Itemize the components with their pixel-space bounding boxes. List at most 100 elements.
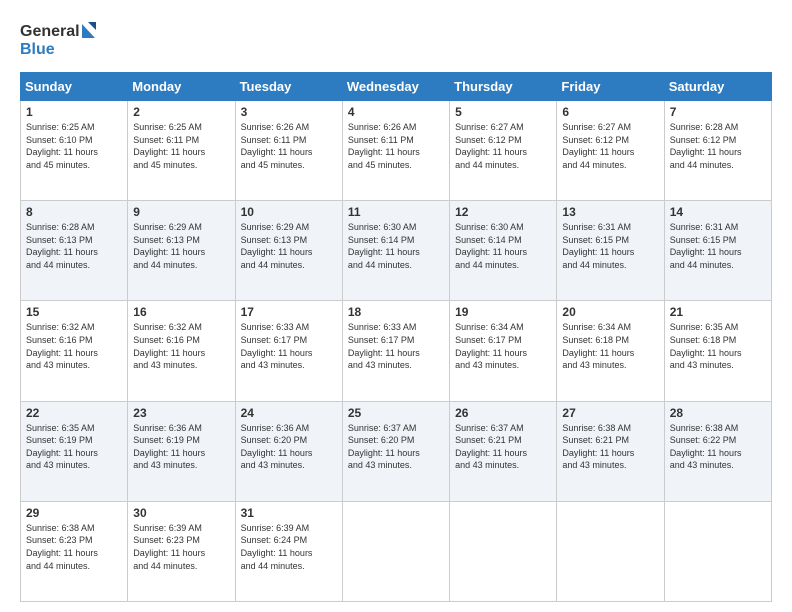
day-info: Sunrise: 6:30 AM Sunset: 6:14 PM Dayligh… bbox=[348, 221, 444, 271]
calendar-cell: 4 Sunrise: 6:26 AM Sunset: 6:11 PM Daylig… bbox=[342, 101, 449, 201]
day-number: 9 bbox=[133, 205, 229, 219]
day-info: Sunrise: 6:36 AM Sunset: 6:20 PM Dayligh… bbox=[241, 422, 337, 472]
calendar-cell bbox=[450, 501, 557, 601]
calendar-cell: 2 Sunrise: 6:25 AM Sunset: 6:11 PM Daylig… bbox=[128, 101, 235, 201]
page: GeneralBlue SundayMondayTuesdayWednesday… bbox=[0, 0, 792, 612]
calendar-week-3: 15 Sunrise: 6:32 AM Sunset: 6:16 PM Dayli… bbox=[21, 301, 772, 401]
calendar-cell: 15 Sunrise: 6:32 AM Sunset: 6:16 PM Dayli… bbox=[21, 301, 128, 401]
calendar-cell: 17 Sunrise: 6:33 AM Sunset: 6:17 PM Dayli… bbox=[235, 301, 342, 401]
day-number: 25 bbox=[348, 406, 444, 420]
day-header-thursday: Thursday bbox=[450, 73, 557, 101]
calendar-cell: 19 Sunrise: 6:34 AM Sunset: 6:17 PM Dayli… bbox=[450, 301, 557, 401]
calendar-cell: 22Sunrise: 6:35 AM Sunset: 6:19 PM Dayli… bbox=[21, 401, 128, 501]
day-number: 1 bbox=[26, 105, 122, 119]
logo: GeneralBlue bbox=[20, 18, 100, 62]
day-info: Sunrise: 6:33 AM Sunset: 6:17 PM Dayligh… bbox=[241, 321, 337, 371]
day-number: 8 bbox=[26, 205, 122, 219]
day-number: 15 bbox=[26, 305, 122, 319]
calendar-week-4: 22Sunrise: 6:35 AM Sunset: 6:19 PM Dayli… bbox=[21, 401, 772, 501]
calendar-cell bbox=[557, 501, 664, 601]
day-info: Sunrise: 6:35 AM Sunset: 6:18 PM Dayligh… bbox=[670, 321, 766, 371]
calendar-cell: 18 Sunrise: 6:33 AM Sunset: 6:17 PM Dayli… bbox=[342, 301, 449, 401]
day-number: 29 bbox=[26, 506, 122, 520]
calendar-cell: 26 Sunrise: 6:37 AM Sunset: 6:21 PM Dayli… bbox=[450, 401, 557, 501]
day-header-tuesday: Tuesday bbox=[235, 73, 342, 101]
calendar-cell: 12Sunrise: 6:30 AM Sunset: 6:14 PM Dayli… bbox=[450, 201, 557, 301]
day-number: 3 bbox=[241, 105, 337, 119]
day-header-sunday: Sunday bbox=[21, 73, 128, 101]
calendar-cell: 1 Sunrise: 6:25 AM Sunset: 6:10 PM Daylig… bbox=[21, 101, 128, 201]
day-info: Sunrise: 6:30 AM Sunset: 6:14 PM Dayligh… bbox=[455, 221, 551, 271]
calendar-cell: 29 Sunrise: 6:38 AM Sunset: 6:23 PM Dayli… bbox=[21, 501, 128, 601]
calendar-cell: 21 Sunrise: 6:35 AM Sunset: 6:18 PM Dayli… bbox=[664, 301, 771, 401]
day-header-wednesday: Wednesday bbox=[342, 73, 449, 101]
calendar-header: SundayMondayTuesdayWednesdayThursdayFrid… bbox=[21, 73, 772, 101]
day-info: Sunrise: 6:38 AM Sunset: 6:22 PM Dayligh… bbox=[670, 422, 766, 472]
day-info: Sunrise: 6:34 AM Sunset: 6:17 PM Dayligh… bbox=[455, 321, 551, 371]
calendar-cell: 7Sunrise: 6:28 AM Sunset: 6:12 PM Daylig… bbox=[664, 101, 771, 201]
calendar-cell: 24Sunrise: 6:36 AM Sunset: 6:20 PM Dayli… bbox=[235, 401, 342, 501]
day-info: Sunrise: 6:31 AM Sunset: 6:15 PM Dayligh… bbox=[562, 221, 658, 271]
day-info: Sunrise: 6:29 AM Sunset: 6:13 PM Dayligh… bbox=[133, 221, 229, 271]
day-info: Sunrise: 6:34 AM Sunset: 6:18 PM Dayligh… bbox=[562, 321, 658, 371]
day-info: Sunrise: 6:38 AM Sunset: 6:23 PM Dayligh… bbox=[26, 522, 122, 572]
calendar-cell: 27 Sunrise: 6:38 AM Sunset: 6:21 PM Dayli… bbox=[557, 401, 664, 501]
day-number: 30 bbox=[133, 506, 229, 520]
day-number: 11 bbox=[348, 205, 444, 219]
day-number: 31 bbox=[241, 506, 337, 520]
day-info: Sunrise: 6:37 AM Sunset: 6:20 PM Dayligh… bbox=[348, 422, 444, 472]
day-number: 26 bbox=[455, 406, 551, 420]
calendar-cell: 14 Sunrise: 6:31 AM Sunset: 6:15 PM Dayli… bbox=[664, 201, 771, 301]
day-number: 13 bbox=[562, 205, 658, 219]
day-header-monday: Monday bbox=[128, 73, 235, 101]
day-number: 10 bbox=[241, 205, 337, 219]
calendar-table: SundayMondayTuesdayWednesdayThursdayFrid… bbox=[20, 72, 772, 602]
calendar-week-5: 29 Sunrise: 6:38 AM Sunset: 6:23 PM Dayli… bbox=[21, 501, 772, 601]
day-number: 2 bbox=[133, 105, 229, 119]
day-number: 21 bbox=[670, 305, 766, 319]
day-number: 27 bbox=[562, 406, 658, 420]
day-number: 6 bbox=[562, 105, 658, 119]
day-info: Sunrise: 6:29 AM Sunset: 6:13 PM Dayligh… bbox=[241, 221, 337, 271]
header: GeneralBlue bbox=[20, 18, 772, 62]
day-number: 14 bbox=[670, 205, 766, 219]
calendar-cell: 5 Sunrise: 6:27 AM Sunset: 6:12 PM Daylig… bbox=[450, 101, 557, 201]
day-info: Sunrise: 6:37 AM Sunset: 6:21 PM Dayligh… bbox=[455, 422, 551, 472]
svg-text:Blue: Blue bbox=[20, 41, 55, 58]
calendar-cell: 28 Sunrise: 6:38 AM Sunset: 6:22 PM Dayli… bbox=[664, 401, 771, 501]
day-number: 4 bbox=[348, 105, 444, 119]
day-info: Sunrise: 6:38 AM Sunset: 6:21 PM Dayligh… bbox=[562, 422, 658, 472]
calendar-cell: 8Sunrise: 6:28 AM Sunset: 6:13 PM Daylig… bbox=[21, 201, 128, 301]
day-number: 28 bbox=[670, 406, 766, 420]
day-number: 18 bbox=[348, 305, 444, 319]
day-info: Sunrise: 6:25 AM Sunset: 6:10 PM Dayligh… bbox=[26, 121, 122, 171]
logo-svg: GeneralBlue bbox=[20, 18, 100, 62]
calendar-cell: 25 Sunrise: 6:37 AM Sunset: 6:20 PM Dayli… bbox=[342, 401, 449, 501]
day-number: 16 bbox=[133, 305, 229, 319]
calendar-cell: 23Sunrise: 6:36 AM Sunset: 6:19 PM Dayli… bbox=[128, 401, 235, 501]
day-info: Sunrise: 6:26 AM Sunset: 6:11 PM Dayligh… bbox=[348, 121, 444, 171]
day-info: Sunrise: 6:27 AM Sunset: 6:12 PM Dayligh… bbox=[562, 121, 658, 171]
day-number: 17 bbox=[241, 305, 337, 319]
calendar-cell: 3 Sunrise: 6:26 AM Sunset: 6:11 PM Daylig… bbox=[235, 101, 342, 201]
day-info: Sunrise: 6:32 AM Sunset: 6:16 PM Dayligh… bbox=[26, 321, 122, 371]
day-info: Sunrise: 6:26 AM Sunset: 6:11 PM Dayligh… bbox=[241, 121, 337, 171]
calendar-cell: 31Sunrise: 6:39 AM Sunset: 6:24 PM Dayli… bbox=[235, 501, 342, 601]
calendar-cell: 9 Sunrise: 6:29 AM Sunset: 6:13 PM Daylig… bbox=[128, 201, 235, 301]
day-info: Sunrise: 6:28 AM Sunset: 6:12 PM Dayligh… bbox=[670, 121, 766, 171]
day-info: Sunrise: 6:39 AM Sunset: 6:23 PM Dayligh… bbox=[133, 522, 229, 572]
calendar-cell: 16 Sunrise: 6:32 AM Sunset: 6:16 PM Dayli… bbox=[128, 301, 235, 401]
day-number: 5 bbox=[455, 105, 551, 119]
header-row: SundayMondayTuesdayWednesdayThursdayFrid… bbox=[21, 73, 772, 101]
day-info: Sunrise: 6:33 AM Sunset: 6:17 PM Dayligh… bbox=[348, 321, 444, 371]
calendar-cell: 13 Sunrise: 6:31 AM Sunset: 6:15 PM Dayli… bbox=[557, 201, 664, 301]
calendar-cell: 30 Sunrise: 6:39 AM Sunset: 6:23 PM Dayli… bbox=[128, 501, 235, 601]
day-number: 19 bbox=[455, 305, 551, 319]
day-info: Sunrise: 6:31 AM Sunset: 6:15 PM Dayligh… bbox=[670, 221, 766, 271]
day-info: Sunrise: 6:25 AM Sunset: 6:11 PM Dayligh… bbox=[133, 121, 229, 171]
svg-text:General: General bbox=[20, 23, 80, 40]
day-info: Sunrise: 6:32 AM Sunset: 6:16 PM Dayligh… bbox=[133, 321, 229, 371]
calendar-cell bbox=[342, 501, 449, 601]
day-header-saturday: Saturday bbox=[664, 73, 771, 101]
day-info: Sunrise: 6:27 AM Sunset: 6:12 PM Dayligh… bbox=[455, 121, 551, 171]
